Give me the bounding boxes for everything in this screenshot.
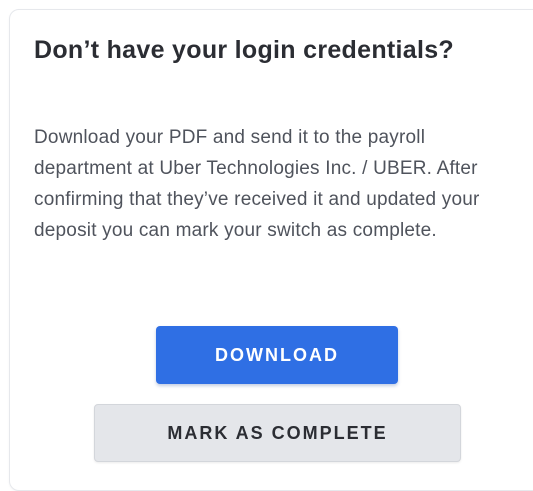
card-description: Download your PDF and send it to the pay… [34, 127, 480, 241]
download-button[interactable]: DOWNLOAD [156, 326, 398, 384]
credentials-card: Don’t have your login credentials? Downl… [9, 9, 533, 491]
card-title: Don’t have your login credentials? [34, 36, 454, 64]
mark-as-complete-button[interactable]: MARK AS COMPLETE [94, 404, 461, 462]
